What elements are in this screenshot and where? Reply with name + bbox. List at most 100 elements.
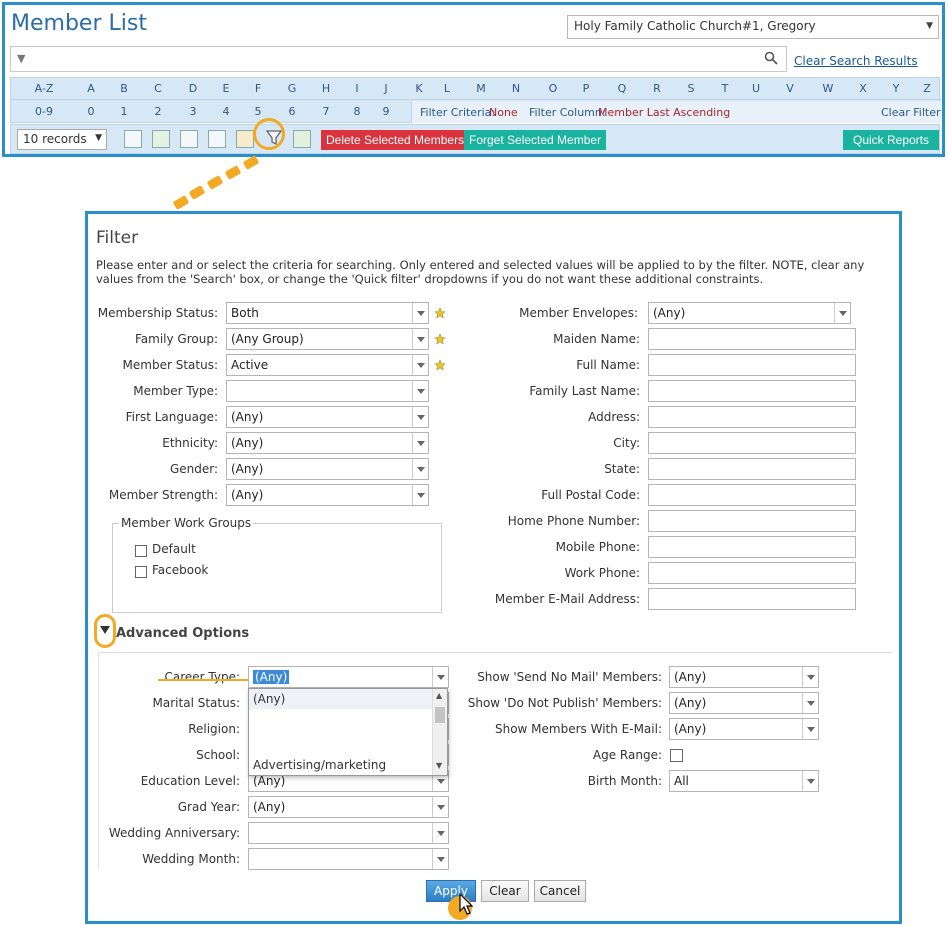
left-field-select[interactable]: (Any Group) [226, 328, 429, 350]
alpha-link[interactable]: C [143, 82, 173, 95]
quick-reports-button[interactable]: Quick Reports ▼ [843, 130, 939, 167]
alpha-link[interactable]: U [741, 82, 771, 95]
default-checkbox[interactable] [135, 545, 147, 557]
right-text-input[interactable] [648, 484, 856, 506]
advanced-right-select[interactable]: (Any) [669, 718, 819, 740]
favorite-star-icon[interactable] [434, 333, 446, 345]
left-field-select[interactable]: (Any) [226, 432, 429, 454]
digit-link[interactable]: 9 [371, 105, 401, 118]
alpha-link[interactable]: N [501, 82, 531, 95]
alpha-link[interactable]: Z [912, 82, 942, 95]
right-text-input[interactable] [648, 562, 856, 584]
print-icon[interactable] [124, 130, 142, 148]
right-text-input[interactable] [648, 458, 856, 480]
refresh-icon[interactable] [152, 130, 170, 148]
left-field-select[interactable] [226, 380, 429, 402]
cancel-button[interactable]: Cancel [534, 880, 586, 902]
clear-button[interactable]: Clear [481, 880, 529, 902]
career-type-dropdown-list[interactable]: (Any) Advertising/marketing ▲ ▼ [248, 688, 448, 776]
alpha-link[interactable]: W [813, 82, 843, 95]
chevron-down-icon[interactable]: ▼ [436, 761, 442, 770]
funnel-icon[interactable]: ▼ [17, 52, 25, 65]
digit-link[interactable]: 3 [178, 105, 208, 118]
alpha-link[interactable]: F [243, 82, 273, 95]
scrollbar-thumb[interactable] [435, 707, 445, 723]
left-field-select[interactable]: Both [226, 302, 429, 324]
alpha-link[interactable]: A-Z [29, 82, 59, 95]
export-icon[interactable] [236, 130, 254, 148]
right-text-input[interactable] [648, 328, 856, 350]
left-field-select[interactable]: (Any) [226, 458, 429, 480]
clear-filter-link[interactable]: Clear Filter [881, 106, 941, 119]
alpha-link[interactable]: D [178, 82, 208, 95]
records-per-page-select[interactable]: 10 records ▼ [17, 129, 107, 150]
alpha-link[interactable]: B [109, 82, 139, 95]
advanced-options-heading[interactable]: Advanced Options [116, 626, 249, 641]
alpha-link[interactable]: X [848, 82, 878, 95]
alpha-link[interactable]: P [571, 82, 601, 95]
left-field-select[interactable]: (Any) [226, 406, 429, 428]
advanced-field-select[interactable] [248, 848, 449, 870]
alpha-link[interactable]: R [642, 82, 672, 95]
dropdown-option-advertising[interactable]: Advertising/marketing [249, 755, 433, 775]
digit-link[interactable]: 2 [143, 105, 173, 118]
age-range-checkbox[interactable] [670, 749, 683, 762]
alpha-link[interactable]: H [311, 82, 341, 95]
table-icon[interactable] [180, 130, 198, 148]
digit-link[interactable]: 7 [311, 105, 341, 118]
birth-month-select[interactable]: All [669, 770, 819, 792]
alpha-link[interactable]: S [676, 82, 706, 95]
email-icon[interactable] [208, 130, 226, 148]
digit-link[interactable]: 6 [277, 105, 307, 118]
right-text-input[interactable] [648, 588, 856, 610]
right-text-input[interactable] [648, 380, 856, 402]
delete-selected-members-button[interactable]: Delete Selected Members [321, 130, 470, 150]
alpha-link[interactable]: O [538, 82, 568, 95]
advanced-field-select[interactable]: (Any) [248, 796, 449, 818]
left-field-select[interactable]: Active [226, 354, 429, 376]
forget-selected-member-button[interactable]: Forget Selected Member [464, 130, 607, 150]
digit-link[interactable]: 5 [243, 105, 273, 118]
advanced-right-select[interactable]: (Any) [669, 692, 819, 714]
left-field-select[interactable]: (Any) [226, 484, 429, 506]
digit-link[interactable]: 0-9 [29, 105, 59, 118]
search-input[interactable]: ▼ [10, 46, 787, 72]
alpha-link[interactable]: T [710, 82, 740, 95]
advanced-toggle[interactable] [94, 614, 116, 648]
digit-link[interactable]: 1 [109, 105, 139, 118]
alpha-link[interactable]: Q [607, 82, 637, 95]
alpha-link[interactable]: G [277, 82, 307, 95]
alpha-link[interactable]: A [76, 82, 106, 95]
church-select[interactable]: Holy Family Catholic Church#1, Gregory ▼ [567, 15, 939, 39]
alpha-link[interactable]: I [342, 82, 372, 95]
right-text-input[interactable] [648, 536, 856, 558]
search-icon[interactable] [764, 51, 778, 65]
alpha-link[interactable]: K [404, 82, 434, 95]
right-field-label: Member E-Mail Address: [494, 592, 640, 606]
favorite-star-icon[interactable] [434, 359, 446, 371]
member-envelopes-select[interactable]: (Any) [648, 302, 851, 324]
digit-link[interactable]: 4 [211, 105, 241, 118]
facebook-checkbox[interactable] [135, 566, 147, 578]
favorite-star-icon[interactable] [434, 307, 446, 319]
alpha-link[interactable]: L [432, 82, 462, 95]
clear-search-link[interactable]: Clear Search Results [794, 54, 918, 68]
digit-link[interactable]: 8 [342, 105, 372, 118]
advanced-field-select[interactable] [248, 822, 449, 844]
digit-link[interactable]: 0 [76, 105, 106, 118]
right-text-input[interactable] [648, 354, 856, 376]
dropdown-option-any[interactable]: (Any) [249, 689, 433, 709]
alpha-link[interactable]: E [211, 82, 241, 95]
career-type-select[interactable]: (Any) [248, 666, 449, 688]
right-text-input[interactable] [648, 510, 856, 532]
excel-icon[interactable] [293, 130, 311, 148]
alpha-link[interactable]: Y [881, 82, 911, 95]
chevron-up-icon[interactable]: ▲ [436, 691, 442, 700]
right-text-input[interactable] [648, 432, 856, 454]
alpha-link[interactable]: V [775, 82, 805, 95]
advanced-right-select[interactable]: (Any) [669, 666, 819, 688]
alpha-link[interactable]: M [466, 82, 496, 95]
right-text-input[interactable] [648, 406, 856, 428]
alpha-link[interactable]: J [371, 82, 401, 95]
dropdown-scrollbar[interactable]: ▲ ▼ [432, 689, 447, 775]
